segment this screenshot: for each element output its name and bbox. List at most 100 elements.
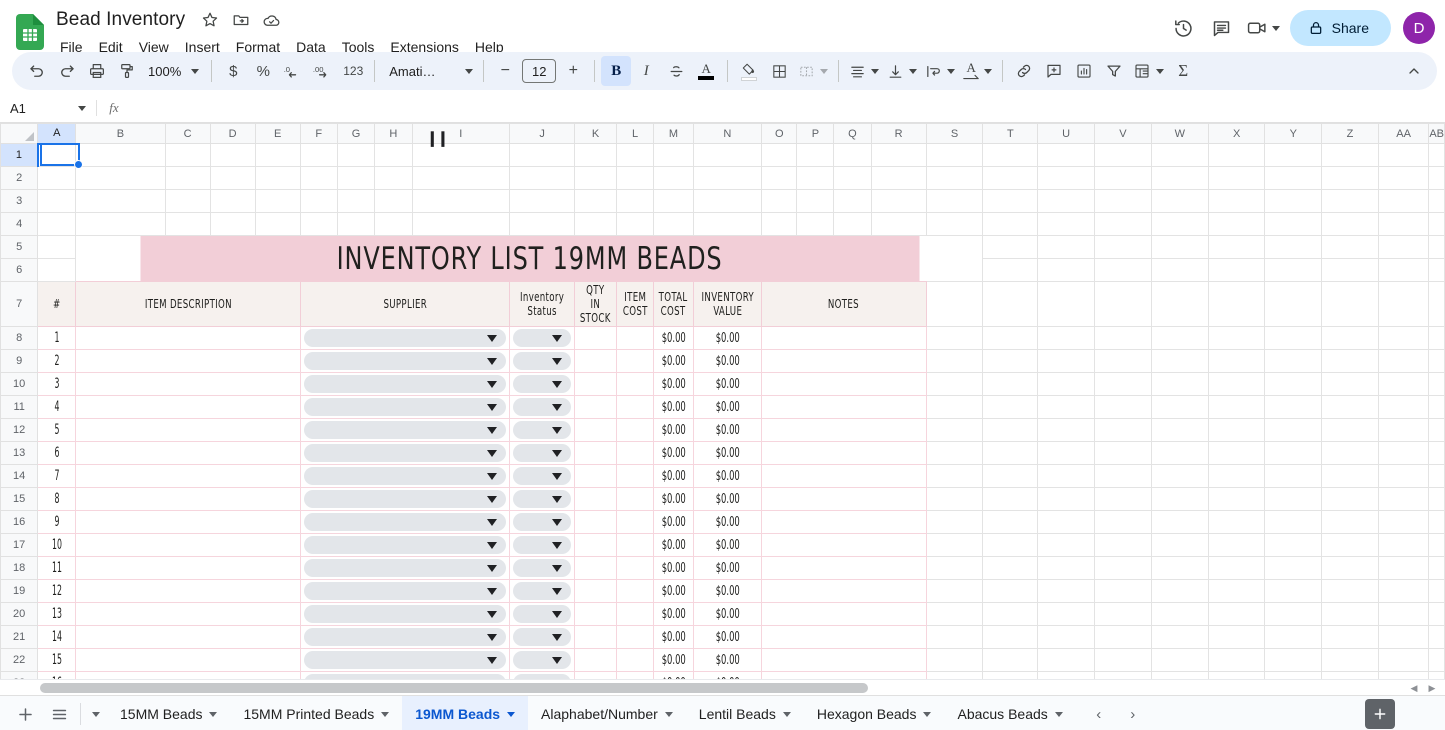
font-family-selector[interactable]: Amati… xyxy=(381,56,477,86)
next-sheet-arrow[interactable]: › xyxy=(1118,699,1148,729)
row-header-17[interactable]: 17 xyxy=(0,533,39,557)
cell[interactable] xyxy=(1264,326,1323,350)
row-header-10[interactable]: 10 xyxy=(0,372,39,396)
cell[interactable] xyxy=(1150,189,1209,213)
cell[interactable] xyxy=(1428,372,1445,396)
column-header-O[interactable]: O xyxy=(761,123,798,144)
cell[interactable] xyxy=(1321,372,1379,396)
cell[interactable] xyxy=(1094,395,1152,419)
row-header-1[interactable]: 1 xyxy=(0,143,39,167)
cell-row-number[interactable]: 15 xyxy=(37,648,77,672)
cell[interactable] xyxy=(411,189,511,213)
cell[interactable] xyxy=(1428,326,1445,350)
cell-notes[interactable] xyxy=(761,349,927,373)
cell[interactable] xyxy=(1428,533,1445,557)
previous-sheet-arrow[interactable]: ‹ xyxy=(1084,699,1114,729)
cell[interactable] xyxy=(1150,235,1209,259)
cell-qty-in-stock[interactable] xyxy=(574,464,617,488)
cell-supplier[interactable] xyxy=(299,648,511,672)
cell[interactable] xyxy=(1150,166,1209,190)
cell[interactable] xyxy=(1094,281,1152,327)
inventory-status-dropdown[interactable] xyxy=(513,375,572,393)
cell-inventory-status[interactable] xyxy=(508,487,576,511)
cell[interactable] xyxy=(761,212,798,236)
cell[interactable] xyxy=(925,143,984,167)
row-header-8[interactable]: 8 xyxy=(0,326,39,350)
cell-item-description[interactable] xyxy=(75,395,301,419)
cell[interactable] xyxy=(1377,166,1430,190)
cell[interactable] xyxy=(1377,258,1430,282)
inventory-status-dropdown[interactable] xyxy=(513,513,572,531)
comment-icon[interactable] xyxy=(1204,10,1240,46)
cell[interactable] xyxy=(1377,487,1430,511)
cell[interactable] xyxy=(925,625,984,649)
cell-item-description[interactable] xyxy=(75,464,301,488)
cell[interactable] xyxy=(982,143,1039,167)
cell-inventory-value[interactable]: $0.00 xyxy=(692,395,763,419)
cell[interactable] xyxy=(1264,487,1323,511)
cell-qty-in-stock[interactable] xyxy=(574,395,617,419)
column-header-A[interactable]: A xyxy=(37,123,77,145)
column-header-W[interactable]: W xyxy=(1150,123,1209,144)
cell[interactable] xyxy=(982,441,1039,465)
cell[interactable] xyxy=(1037,648,1096,672)
cell-item-description[interactable] xyxy=(75,648,301,672)
insert-comment-button[interactable] xyxy=(1039,56,1069,86)
cell[interactable] xyxy=(615,143,655,167)
cell[interactable] xyxy=(1150,533,1209,557)
cell[interactable] xyxy=(1377,464,1430,488)
create-filter-button[interactable] xyxy=(1099,56,1129,86)
cell[interactable] xyxy=(692,189,763,213)
cell[interactable] xyxy=(37,258,77,282)
column-header-G[interactable]: G xyxy=(336,123,376,144)
cell-row-number[interactable]: 4 xyxy=(37,395,77,419)
cell-inventory-status[interactable] xyxy=(508,418,576,442)
cell-notes[interactable] xyxy=(761,487,927,511)
cell[interactable] xyxy=(1321,212,1379,236)
cell[interactable] xyxy=(925,441,984,465)
cell-inventory-status[interactable] xyxy=(508,556,576,580)
cell[interactable] xyxy=(833,143,872,167)
cell-qty-in-stock[interactable] xyxy=(574,441,617,465)
cell[interactable] xyxy=(833,212,872,236)
cell[interactable] xyxy=(411,166,511,190)
row-header-21[interactable]: 21 xyxy=(0,625,39,649)
text-wrapping-button[interactable] xyxy=(921,56,959,86)
row-header-7[interactable]: 7 xyxy=(0,281,39,327)
cell-item-cost[interactable] xyxy=(615,671,655,679)
cell[interactable] xyxy=(1321,464,1379,488)
column-header-K[interactable]: K xyxy=(574,123,617,144)
row-header-11[interactable]: 11 xyxy=(0,395,39,419)
cell[interactable] xyxy=(1037,418,1096,442)
cell-supplier[interactable] xyxy=(299,579,511,603)
column-header-L[interactable]: L xyxy=(615,123,655,144)
cell[interactable] xyxy=(164,212,211,236)
cell[interactable] xyxy=(1150,395,1209,419)
sheet-tab-hexagon-beads[interactable]: Hexagon Beads xyxy=(804,696,945,730)
column-header-R[interactable]: R xyxy=(870,123,927,144)
star-icon[interactable] xyxy=(199,10,220,31)
cell[interactable] xyxy=(615,212,655,236)
cell-inventory-status[interactable] xyxy=(508,395,576,419)
cell[interactable] xyxy=(508,189,576,213)
cell[interactable] xyxy=(870,189,927,213)
cell[interactable] xyxy=(1264,372,1323,396)
column-header-D[interactable]: D xyxy=(209,123,256,144)
cell[interactable] xyxy=(1377,395,1430,419)
cell[interactable] xyxy=(1377,441,1430,465)
cell[interactable] xyxy=(508,212,576,236)
strikethrough-button[interactable] xyxy=(661,56,691,86)
cell[interactable] xyxy=(982,602,1039,626)
cell-total-cost[interactable]: $0.00 xyxy=(653,395,694,419)
cell[interactable] xyxy=(1037,441,1096,465)
cell[interactable] xyxy=(1321,602,1379,626)
cell[interactable] xyxy=(1037,510,1096,534)
spreadsheet-grid[interactable]: A B C D E F G H I J K L M N O P Q R S T xyxy=(0,123,1445,679)
cell-inventory-value[interactable]: $0.00 xyxy=(692,671,763,679)
cell-inventory-status[interactable] xyxy=(508,533,576,557)
cell[interactable] xyxy=(1428,349,1445,373)
cell[interactable] xyxy=(1264,166,1323,190)
cell-notes[interactable] xyxy=(761,510,927,534)
chevron-down-icon[interactable] xyxy=(664,711,673,717)
inventory-status-dropdown[interactable] xyxy=(513,559,572,577)
